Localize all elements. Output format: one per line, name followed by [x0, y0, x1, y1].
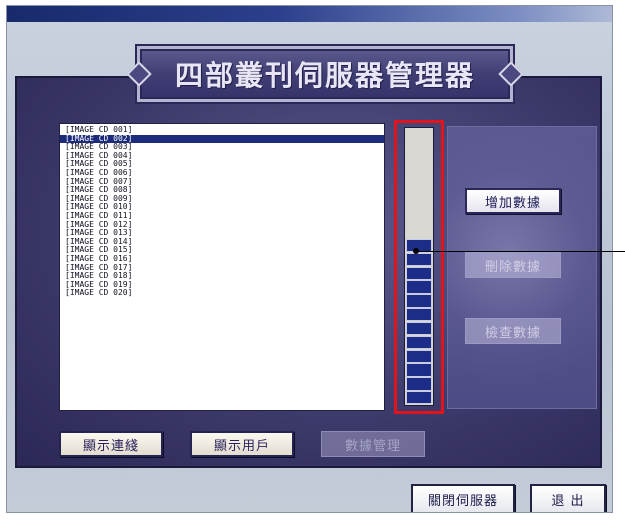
show-connections-button[interactable]: 顯示連綫: [59, 431, 163, 457]
title-banner: 四部叢刊伺服器管理器: [137, 46, 513, 102]
image-cd-list[interactable]: [IMAGE CD 001] [IMAGE CD 002] [IMAGE CD 00…: [59, 123, 385, 411]
add-data-button[interactable]: 增加數據: [465, 188, 561, 214]
close-server-button[interactable]: 關閉伺服器: [411, 484, 515, 512]
show-users-button[interactable]: 顯示用戶: [190, 431, 294, 457]
meter-highlight-frame: [394, 120, 444, 414]
app-title: 四部叢刊伺服器管理器: [174, 59, 475, 92]
check-data-button: 檢查數據: [465, 318, 561, 344]
exit-button[interactable]: 退 出: [530, 484, 606, 512]
data-management-button: 數據管理: [321, 431, 425, 457]
callout-line: [417, 251, 625, 252]
window-title-bar[interactable]: [7, 6, 612, 22]
server-manager-window: 四部叢刊伺服器管理器 [IMAGE CD 001] [IMAGE CD 002][…: [6, 5, 613, 513]
list-item[interactable]: [IMAGE CD 020]: [60, 289, 384, 298]
callout-dot: [413, 248, 419, 254]
remove-data-button: 刪除數據: [465, 252, 561, 278]
